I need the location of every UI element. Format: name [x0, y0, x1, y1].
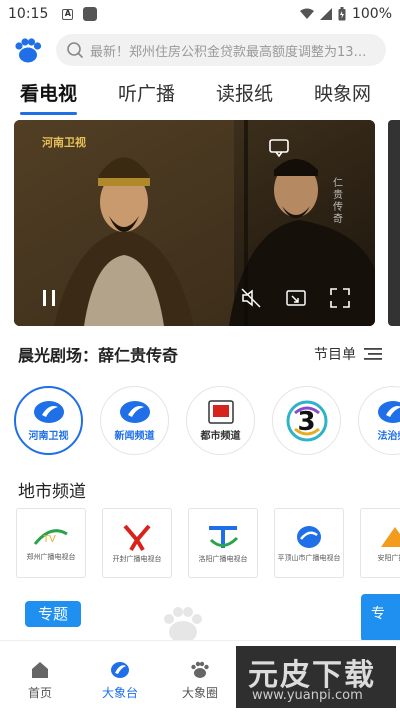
fullscreen-icon[interactable] [329, 287, 351, 309]
bear-paw-placeholder-icon [164, 607, 202, 643]
nav-label: 大象圈 [181, 686, 218, 700]
top-tabs: 看电视 听广播 读报纸 映象网 [0, 74, 400, 115]
channel-label: 法治频 [377, 431, 400, 442]
battery-percent: 100% [351, 6, 392, 22]
status-bar: 10:15 A 100% [0, 0, 400, 28]
nav-daxiangtai[interactable]: 大象台 [80, 641, 160, 712]
channel-city[interactable]: 都市频道 [186, 386, 255, 455]
paw-icon [191, 661, 209, 678]
local-channel-label: 平顶山市广播电视台 [277, 554, 341, 562]
city-channel-logo-icon [207, 400, 234, 424]
channel-label: 3 [297, 406, 316, 437]
topics-badge[interactable]: 专题 [25, 601, 81, 627]
nav-daxiangquan[interactable]: 大象圈 [160, 641, 240, 712]
tab-tv[interactable]: 看电视 [20, 79, 78, 115]
bear-paw-logo-icon[interactable] [14, 36, 42, 64]
channel-label: 都市频道 [200, 431, 241, 442]
channel-label: 新闻频道 [114, 431, 155, 442]
tab-newspaper[interactable]: 读报纸 [216, 79, 273, 106]
comment-icon[interactable] [268, 136, 290, 158]
mute-icon[interactable] [240, 287, 262, 309]
status-right: 100% [299, 6, 392, 22]
local-channel-label: 洛阳广播电视台 [198, 555, 248, 563]
local-channel-pingdingshan[interactable]: 平顶山市广播电视台 [274, 508, 344, 578]
header: 最新！郑州住房公积金贷款最高额度调整为13… [0, 30, 400, 70]
home-icon [32, 662, 48, 678]
status-time: 10:15 [8, 6, 49, 22]
notification-square-icon [83, 7, 98, 21]
search-bar[interactable]: 最新！郑州住房公积金贷款最高额度调整为13… [56, 34, 386, 66]
channel-news[interactable]: 新闻频道 [100, 386, 169, 455]
tab-yingxiang[interactable]: 映象网 [314, 79, 371, 106]
video-player[interactable]: 河南卫视 仁贵传奇 [14, 120, 375, 326]
channel-label: 河南卫视 [28, 431, 69, 442]
channel-3[interactable]: 3 [272, 386, 341, 455]
local-channel-label: 开封广播电视台 [112, 555, 162, 563]
local-channel-list: TV 郑州广播电视台 开封广播电视台 洛阳广播电视台 平顶山市广播电视台 安阳广… [16, 508, 400, 580]
tab-radio[interactable]: 听广播 [118, 79, 175, 106]
battery-icon [338, 7, 346, 21]
zhengzhou-tv-logo-icon: TV [33, 529, 68, 545]
nav-label: 大象台 [101, 686, 138, 700]
signal-icon [319, 8, 332, 20]
watermark-url: www.yuanpi.com [252, 688, 363, 703]
daxiangtai-icon [111, 662, 129, 678]
site-watermark: 元皮下载 www.yuanpi.com [236, 646, 396, 708]
topic-thumbnail[interactable]: 专 [361, 594, 400, 642]
now-playing-title: 晨光剧场：薛仁贵传奇 [18, 346, 179, 365]
local-channel-anyang[interactable]: 安阳广播电 [360, 508, 400, 578]
search-icon [67, 42, 84, 59]
svg-text:TV: TV [43, 534, 56, 545]
wifi-icon [299, 8, 314, 19]
local-channel-zhengzhou[interactable]: TV 郑州广播电视台 [16, 508, 86, 578]
law-channel-logo-icon [377, 401, 400, 423]
search-placeholder: 最新！郑州住房公积金贷款最高额度调整为13… [90, 44, 367, 60]
local-channels-title: 地市频道 [18, 482, 86, 502]
pause-icon[interactable] [38, 287, 60, 309]
pip-icon[interactable] [285, 287, 307, 309]
luoyang-tv-logo-icon [209, 526, 239, 548]
now-playing-row: 晨光剧场：薛仁贵传奇 节目单 [18, 341, 382, 367]
anyang-tv-logo-icon [381, 527, 400, 547]
schedule-label: 节目单 [314, 347, 356, 363]
nav-home[interactable]: 首页 [0, 641, 80, 712]
video-frame [14, 120, 375, 326]
next-card-peek[interactable] [388, 120, 400, 326]
henan-tv-logo-icon [33, 401, 64, 423]
channel-henan-tv[interactable]: 河南卫视 [14, 386, 83, 455]
local-channel-kaifeng[interactable]: 开封广播电视台 [102, 508, 172, 578]
kaifeng-tv-logo-icon [123, 524, 151, 552]
local-channel-label: 郑州广播电视台 [26, 553, 76, 561]
local-channel-luoyang[interactable]: 洛阳广播电视台 [188, 508, 258, 578]
pingdingshan-tv-logo-icon [297, 526, 321, 548]
schedule-button[interactable]: 节目单 [314, 344, 382, 364]
notification-a-icon: A [62, 8, 74, 20]
channel-law[interactable]: 法治频 [358, 386, 400, 455]
list-icon [364, 348, 382, 360]
channel-list: 河南卫视 新闻频道 都市频道 3 法治频 [14, 386, 400, 458]
news-channel-logo-icon [119, 401, 150, 423]
nav-label: 首页 [27, 686, 52, 700]
channel-logo: 河南卫视 [42, 136, 86, 149]
local-channel-label: 安阳广播电 [377, 554, 400, 562]
player-vertical-caption: 仁贵传奇 [333, 178, 343, 225]
